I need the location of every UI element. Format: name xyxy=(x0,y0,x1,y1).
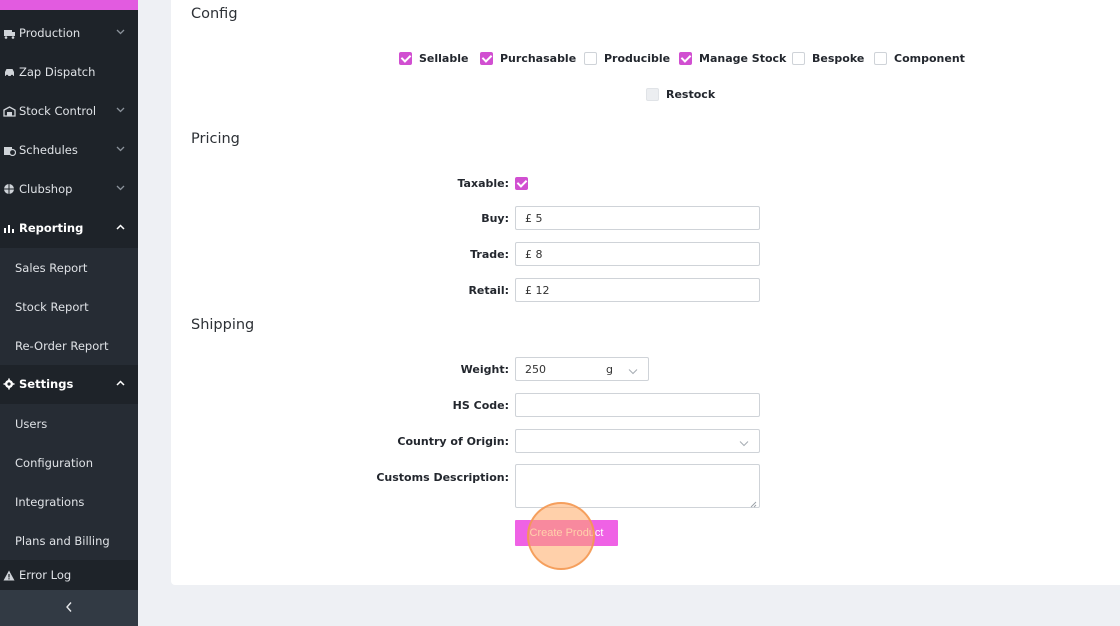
option-label: Purchasable xyxy=(500,52,577,65)
chevron-down-icon xyxy=(114,182,126,194)
sidebar-item-label: Clubshop xyxy=(19,182,73,196)
chevron-down-icon xyxy=(114,104,126,116)
sidebar: Production Zap Dispatch Stock Control Sc… xyxy=(0,0,138,626)
config-section-title: Config xyxy=(191,6,238,22)
buy-price-input[interactable]: £ 5 xyxy=(515,206,760,230)
sidebar-active-indicator xyxy=(0,0,138,10)
taxable-checkbox[interactable] xyxy=(515,177,528,190)
shipping-section-title: Shipping xyxy=(191,317,255,333)
customs-description-label: Customs Description: xyxy=(376,471,509,484)
sidebar-item-label: Error Log xyxy=(19,568,72,582)
sidebar-subitem-plans-billing[interactable]: Plans and Billing xyxy=(0,521,138,560)
resize-handle-icon[interactable] xyxy=(750,498,757,508)
option-label: Manage Stock xyxy=(699,52,787,65)
option-label: Sellable xyxy=(419,52,469,65)
sidebar-item-label: Stock Control xyxy=(19,104,97,118)
sidebar-item-error-log[interactable]: Error Log xyxy=(0,560,138,590)
bespoke-option[interactable]: Bespoke xyxy=(792,52,864,65)
sidebar-subitem-reorder-report[interactable]: Re-Order Report xyxy=(0,326,138,365)
pricing-section-title: Pricing xyxy=(191,131,240,147)
chevron-down-icon xyxy=(628,365,638,375)
option-label: Component xyxy=(894,52,965,65)
sidebar-subitem-users[interactable]: Users xyxy=(0,404,138,443)
trade-price-input[interactable]: £ 8 xyxy=(515,242,760,266)
option-label: Restock xyxy=(666,88,716,101)
create-product-button[interactable]: Create Product xyxy=(515,520,618,546)
chevron-left-icon xyxy=(65,601,73,616)
sidebar-collapse-button[interactable] xyxy=(0,590,138,626)
warehouse-icon xyxy=(0,104,18,118)
bespoke-checkbox[interactable] xyxy=(792,52,805,65)
sidebar-item-production[interactable]: Production xyxy=(0,14,138,52)
sidebar-item-label: Schedules xyxy=(19,143,78,157)
sidebar-item-clubshop[interactable]: Clubshop xyxy=(0,170,138,208)
sidebar-item-label: Zap Dispatch xyxy=(19,65,96,79)
sellable-checkbox[interactable] xyxy=(399,52,412,65)
component-option[interactable]: Component xyxy=(874,52,965,65)
weight-unit-select[interactable]: g xyxy=(596,357,649,381)
weight-unit-value: g xyxy=(606,362,613,376)
weight-label: Weight: xyxy=(460,363,509,376)
retail-price-input[interactable]: £ 12 xyxy=(515,278,760,302)
chart-bar-icon xyxy=(0,221,18,235)
hs-code-label: HS Code: xyxy=(452,399,509,412)
producible-checkbox[interactable] xyxy=(584,52,597,65)
calendar-clock-icon xyxy=(0,143,18,157)
hs-code-input[interactable] xyxy=(515,393,760,417)
sidebar-subitem-integrations[interactable]: Integrations xyxy=(0,482,138,521)
sidebar-item-settings[interactable]: Settings xyxy=(0,365,138,403)
sidebar-item-label: Production xyxy=(19,26,81,40)
country-of-origin-select[interactable] xyxy=(515,429,760,453)
restock-option[interactable]: Restock xyxy=(646,88,715,101)
chevron-down-icon xyxy=(114,143,126,155)
product-form-card: Config Sellable Purchasable Producible M… xyxy=(171,0,1120,585)
car-icon xyxy=(0,65,18,79)
weight-input[interactable]: 250 xyxy=(515,357,597,381)
purchasable-checkbox[interactable] xyxy=(480,52,493,65)
warning-icon xyxy=(0,568,18,582)
country-of-origin-label: Country of Origin: xyxy=(397,435,509,448)
component-checkbox[interactable] xyxy=(874,52,887,65)
chevron-up-icon xyxy=(114,377,126,389)
basketball-icon xyxy=(0,182,18,196)
manage-stock-checkbox[interactable] xyxy=(679,52,692,65)
reporting-submenu: Sales Report Stock Report Re-Order Repor… xyxy=(0,248,138,365)
sidebar-item-schedules[interactable]: Schedules xyxy=(0,131,138,169)
trade-label: Trade: xyxy=(470,248,509,261)
producible-option[interactable]: Producible xyxy=(584,52,670,65)
taxable-label: Taxable: xyxy=(457,177,509,190)
sidebar-item-label: Reporting xyxy=(19,221,84,235)
sidebar-item-zap-dispatch[interactable]: Zap Dispatch xyxy=(0,53,138,91)
sellable-option[interactable]: Sellable xyxy=(399,52,468,65)
purchasable-option[interactable]: Purchasable xyxy=(480,52,576,65)
sidebar-item-reporting[interactable]: Reporting xyxy=(0,209,138,247)
gear-icon xyxy=(0,377,18,391)
chevron-down-icon xyxy=(739,437,749,447)
retail-label: Retail: xyxy=(468,284,509,297)
customs-description-textarea[interactable] xyxy=(515,464,760,508)
sidebar-subitem-sales-report[interactable]: Sales Report xyxy=(0,248,138,287)
chevron-up-icon xyxy=(114,221,126,233)
sidebar-subitem-configuration[interactable]: Configuration xyxy=(0,443,138,482)
truck-loading-icon xyxy=(0,26,18,40)
chevron-down-icon xyxy=(114,26,126,38)
manage-stock-option[interactable]: Manage Stock xyxy=(679,52,786,65)
option-label: Producible xyxy=(604,52,671,65)
sidebar-item-label: Settings xyxy=(19,377,74,391)
sidebar-subitem-stock-report[interactable]: Stock Report xyxy=(0,287,138,326)
option-label: Bespoke xyxy=(812,52,865,65)
sidebar-item-stock-control[interactable]: Stock Control xyxy=(0,92,138,130)
settings-submenu: Users Configuration Integrations Plans a… xyxy=(0,404,138,560)
buy-label: Buy: xyxy=(481,212,509,225)
restock-checkbox[interactable] xyxy=(646,88,659,101)
